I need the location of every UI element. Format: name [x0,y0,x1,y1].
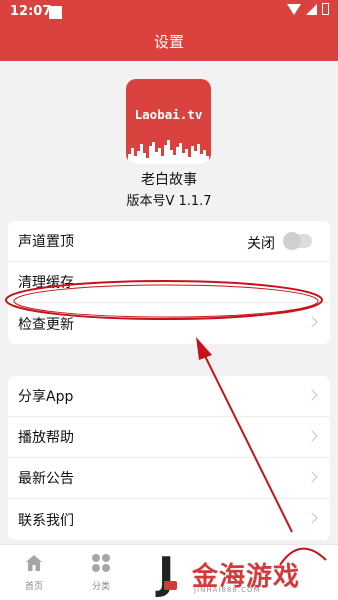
app-name: 老白故事 [141,172,197,188]
setting-row-clear-cache[interactable]: 清理缓存 [8,262,330,303]
setting-row-announcements[interactable]: 最新公告 [8,458,330,499]
setting-label: 分享App [18,389,74,405]
status-icons [287,3,329,15]
tab-category[interactable]: 分类 [81,553,121,592]
setting-label: 最新公告 [18,471,74,487]
chevron-right-icon [306,512,318,524]
home-icon [26,555,42,571]
status-time: 12:07 [10,4,52,19]
notification-icon [49,6,62,19]
toggle-state-label: 关闭 [247,236,275,252]
watermark-accent [164,581,177,590]
setting-label: 清理缓存 [18,275,74,291]
chevron-right-icon [306,471,318,483]
setting-row-check-update[interactable]: 检查更新 [8,303,330,344]
settings-group-1: 声道置顶 关闭 清理缓存 检查更新 [8,221,330,344]
watermark-url: JINHAI888.COM [194,586,261,594]
app-bar: 设置 [0,24,338,61]
chevron-right-icon [306,316,318,328]
settings-group-2: 分享App 播放帮助 最新公告 联系我们 [8,376,330,540]
setting-label: 联系我们 [18,512,74,529]
tab-home[interactable]: 首页 [14,553,54,592]
page-title: 设置 [153,33,184,51]
skyline-icon [128,140,209,164]
toggle-knob [283,232,301,250]
app-logo-text: Laobai.tv [134,107,203,122]
setting-row-share-app[interactable]: 分享App [8,376,330,417]
setting-row-play-help[interactable]: 播放帮助 [8,417,330,458]
channel-pin-toggle[interactable] [283,232,312,250]
setting-label: 检查更新 [18,316,74,333]
setting-label: 播放帮助 [18,430,74,446]
status-bar: 12:07 [0,0,338,24]
wifi-icon [287,3,301,15]
tab-category-label: 分类 [91,582,110,592]
setting-row-channel-pin[interactable]: 声道置顶 关闭 [8,221,330,262]
signal-icon [306,3,317,15]
setting-label: 声道置顶 [18,234,74,250]
app-version: 版本号V 1.1.7 [126,194,212,209]
app-logo: Laobai.tv [126,79,211,164]
setting-row-contact-us[interactable]: 联系我们 [8,499,330,540]
chevron-right-icon [306,430,318,442]
watermark-logo: J 金海游戏 JINHAI888.COM [158,552,333,600]
grid-icon [92,554,110,572]
battery-icon [322,3,329,15]
chevron-right-icon [306,389,318,401]
tab-home-label: 首页 [24,582,43,592]
